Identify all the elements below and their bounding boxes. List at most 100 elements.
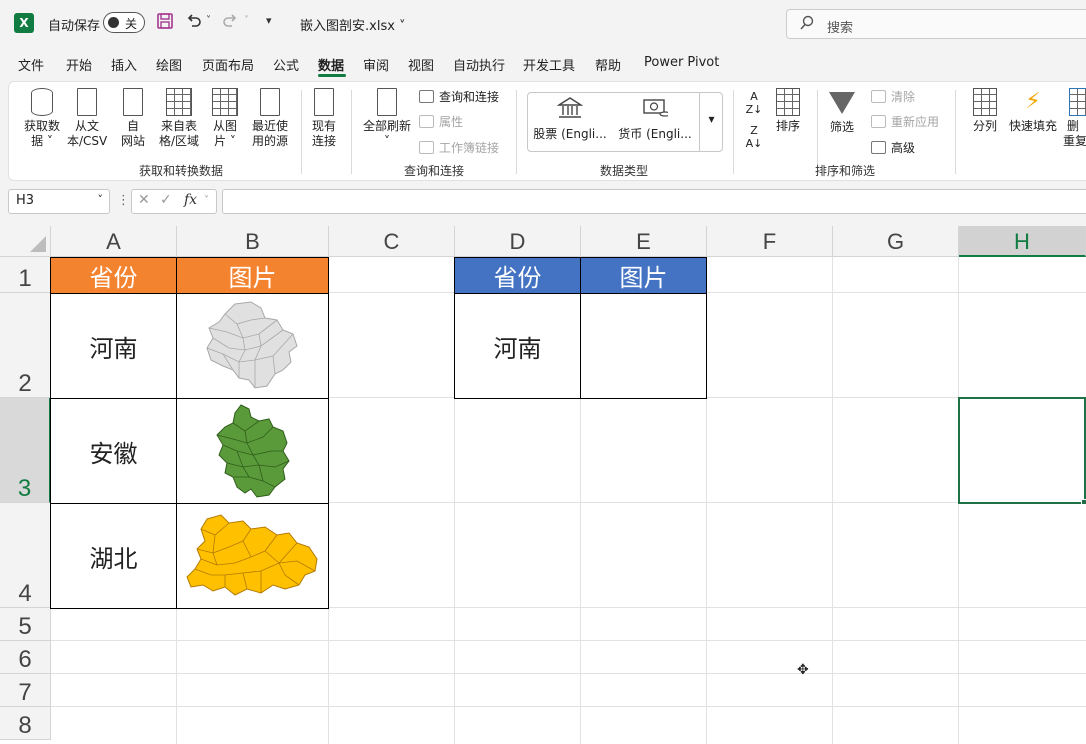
cursor-cross-icon: ✥ xyxy=(797,662,809,678)
search-placeholder: 搜索 xyxy=(827,21,854,36)
row-header-6[interactable]: 6 xyxy=(0,641,51,674)
existing-connections-button[interactable]: 现有 连接 xyxy=(307,88,341,149)
bank-icon xyxy=(557,97,583,118)
group-label-data-types: 数据类型 xyxy=(600,164,649,178)
clear-filter-button[interactable]: 清除 xyxy=(871,88,915,105)
redo-dropdown-icon[interactable]: ˅ xyxy=(244,15,249,26)
fx-dropdown-icon[interactable]: ˅ xyxy=(204,195,209,206)
row-header-2[interactable]: 2 xyxy=(0,293,51,398)
from-picture-button[interactable]: 从图 片 ˅ xyxy=(207,88,243,149)
tab-file[interactable]: 文件 xyxy=(18,55,44,74)
cell-a4[interactable]: 湖北 xyxy=(50,503,177,609)
row-header-7[interactable]: 7 xyxy=(0,674,51,707)
active-cell-h3[interactable] xyxy=(958,397,1086,504)
cell-d2[interactable]: 河南 xyxy=(454,293,581,399)
recent-sources-button[interactable]: 最近使 用的源 xyxy=(247,88,293,149)
refresh-all-button[interactable]: 全部刷新 ˅ xyxy=(361,88,413,149)
column-header-e[interactable]: E xyxy=(581,226,707,257)
column-header-a[interactable]: A xyxy=(51,226,177,257)
reapply-filter-button[interactable]: 重新应用 xyxy=(871,113,939,130)
cell-b1[interactable]: 图片 xyxy=(176,257,329,294)
cell-d1[interactable]: 省份 xyxy=(454,257,581,294)
column-header-g[interactable]: G xyxy=(833,226,959,257)
tab-draw[interactable]: 绘图 xyxy=(156,55,182,74)
sort-z-to-a-button[interactable]: Z A↓ xyxy=(743,124,765,150)
tab-view[interactable]: 视图 xyxy=(408,55,434,74)
cell-a1[interactable]: 省份 xyxy=(50,257,177,294)
tab-home[interactable]: 开始 xyxy=(66,55,92,74)
anhui-map-image xyxy=(215,404,290,498)
select-all-corner[interactable] xyxy=(0,226,51,257)
cell-b4[interactable] xyxy=(176,503,329,609)
tab-data[interactable]: 数据 xyxy=(318,55,344,74)
tab-page-layout[interactable]: 页面布局 xyxy=(202,55,254,74)
more-options-icon[interactable]: ⋮ xyxy=(117,193,130,208)
redo-icon[interactable] xyxy=(222,12,240,30)
fill-handle[interactable] xyxy=(1081,499,1086,505)
undo-dropdown-icon[interactable]: ˅ xyxy=(206,15,211,26)
tab-power-pivot[interactable]: Power Pivot xyxy=(644,55,719,70)
worksheet-grid: A B C D E F G H 1 2 3 4 5 6 7 8 省份 图片 河南… xyxy=(0,226,1086,744)
insert-function-icon[interactable]: fx xyxy=(184,192,197,208)
cell-a3[interactable]: 安徽 xyxy=(50,398,177,504)
column-header-d[interactable]: D xyxy=(455,226,581,257)
customize-toolbar-icon[interactable]: ▾ xyxy=(266,14,272,27)
remove-duplicates-icon xyxy=(1069,88,1086,116)
row-header-8[interactable]: 8 xyxy=(0,707,51,740)
from-web-button[interactable]: 自 网站 xyxy=(115,88,151,149)
file-name[interactable]: 嵌入图剖安.xlsx ˅ xyxy=(300,15,406,34)
autosave-toggle[interactable]: 关 xyxy=(103,12,145,33)
column-header-c[interactable]: C xyxy=(329,226,455,257)
get-data-button[interactable]: 获取数 据 ˅ xyxy=(19,88,65,149)
sort-button[interactable]: 排序 xyxy=(771,88,805,134)
edit-links-button[interactable]: 工作簿链接 xyxy=(419,139,499,156)
data-types-more-icon[interactable]: ▾ xyxy=(699,92,723,152)
row-header-5[interactable]: 5 xyxy=(0,608,51,641)
remove-duplicates-button[interactable]: 删 重复 xyxy=(1063,88,1086,149)
filter-button[interactable]: 筛选 xyxy=(825,88,859,135)
column-header-f[interactable]: F xyxy=(707,226,833,257)
name-box[interactable]: H3 ˅ xyxy=(8,189,110,214)
cell-b2[interactable] xyxy=(176,293,329,399)
cell-e2[interactable] xyxy=(580,293,707,399)
group-label-get-transform: 获取和转换数据 xyxy=(139,164,224,178)
currencies-data-type-button[interactable]: 货币 (Engli... xyxy=(615,96,695,142)
row-header-4[interactable]: 4 xyxy=(0,503,51,608)
column-header-h[interactable]: H xyxy=(959,226,1086,257)
tab-automate[interactable]: 自动执行 xyxy=(453,55,505,74)
row-header-3[interactable]: 3 xyxy=(0,398,51,503)
tab-developer[interactable]: 开发工具 xyxy=(523,55,575,74)
column-header-b[interactable]: B xyxy=(177,226,329,257)
stocks-data-type-button[interactable]: 股票 (Engli... xyxy=(531,96,609,142)
tab-formulas[interactable]: 公式 xyxy=(273,55,299,74)
enter-icon[interactable]: ✓ xyxy=(160,192,172,208)
cell-e1[interactable]: 图片 xyxy=(580,257,707,294)
text-to-columns-button[interactable]: 分列 xyxy=(967,88,1003,134)
advanced-filter-button[interactable]: 高级 xyxy=(871,139,915,156)
name-box-dropdown-icon[interactable]: ˅ xyxy=(98,193,104,206)
cell-a2[interactable]: 河南 xyxy=(50,293,177,399)
tab-help[interactable]: 帮助 xyxy=(595,55,621,74)
queries-connections-button[interactable]: 查询和连接 xyxy=(419,88,499,105)
save-icon[interactable] xyxy=(156,12,174,30)
formula-input[interactable] xyxy=(222,189,1086,214)
cell-b3[interactable] xyxy=(176,398,329,504)
search-box[interactable]: 搜索 xyxy=(786,9,1086,39)
cancel-icon[interactable]: ✕ xyxy=(138,192,150,208)
picture-table-icon xyxy=(212,88,238,116)
from-text-csv-button[interactable]: 从文 本/CSV xyxy=(67,88,107,149)
excel-logo-icon: X xyxy=(14,13,34,33)
sort-a-to-z-button[interactable]: A Z↓ xyxy=(743,90,765,116)
autosave-label: 自动保存 xyxy=(48,19,101,34)
flash-fill-icon: ⚡ xyxy=(1025,89,1041,114)
reapply-filter-icon xyxy=(871,115,886,128)
formula-controls: ✕ ✓ fx ˅ xyxy=(131,189,217,214)
properties-button[interactable]: 属性 xyxy=(419,113,463,130)
row-header-1[interactable]: 1 xyxy=(0,257,51,293)
undo-icon[interactable] xyxy=(184,12,202,30)
web-page-icon xyxy=(123,88,143,116)
tab-insert[interactable]: 插入 xyxy=(111,55,137,74)
from-table-range-button[interactable]: 来自表 格/区域 xyxy=(155,88,203,149)
flash-fill-button[interactable]: ⚡ 快速填充 xyxy=(1007,88,1059,134)
tab-review[interactable]: 审阅 xyxy=(363,55,389,74)
